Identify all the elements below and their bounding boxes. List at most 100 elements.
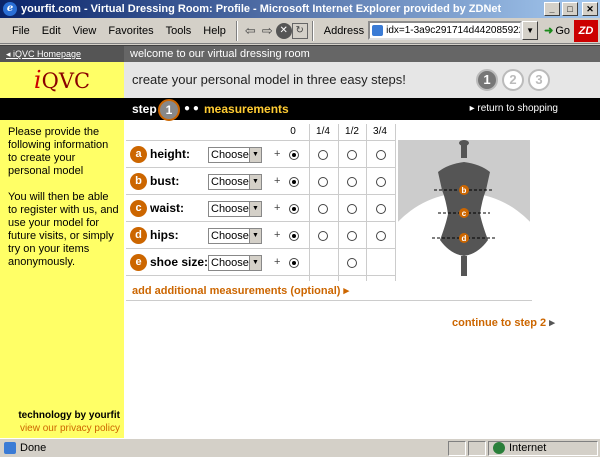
maximize-button[interactable]: □ bbox=[562, 2, 578, 16]
step-indicator: 1 2 3 bbox=[476, 69, 550, 91]
select-value: Choose bbox=[211, 257, 249, 269]
menu-edit[interactable]: Edit bbox=[36, 25, 67, 37]
logo-text: QVC bbox=[41, 69, 91, 93]
continue-to-step-2-link[interactable]: continue to step 2 ▸ bbox=[452, 316, 555, 329]
bust-radio-three-quarter[interactable] bbox=[376, 177, 386, 187]
address-dropdown-button[interactable]: ▼ bbox=[522, 21, 539, 40]
row-label: waist: bbox=[150, 201, 185, 215]
iqvc-homepage-link[interactable]: ◂ iQVC Homepage bbox=[0, 46, 124, 62]
waist-radio-0[interactable] bbox=[289, 204, 299, 214]
step-circle-2: 2 bbox=[502, 69, 524, 91]
measurement-row-hips: d hips: Choose ▼ + bbox=[126, 222, 396, 249]
page-header: create your personal model in three easy… bbox=[124, 62, 600, 98]
bust-radio-quarter[interactable] bbox=[318, 177, 328, 187]
hips-radio-0[interactable] bbox=[289, 231, 299, 241]
ie-icon: e bbox=[3, 2, 17, 16]
waist-radio-three-quarter[interactable] bbox=[376, 204, 386, 214]
menu-toolbar: File Edit View Favorites Tools Help ⇦ ⇨ … bbox=[0, 18, 600, 44]
step-dots: ● ● bbox=[184, 103, 199, 114]
address-label: Address bbox=[323, 24, 365, 37]
select-value: Choose bbox=[211, 203, 249, 215]
privacy-policy-link[interactable]: view our privacy policy bbox=[0, 423, 120, 434]
sidebar-divider bbox=[0, 98, 124, 120]
step-circle-3: 3 bbox=[528, 69, 550, 91]
bust-radio-half[interactable] bbox=[347, 177, 357, 187]
menu-tools[interactable]: Tools bbox=[160, 25, 198, 37]
select-value: Choose bbox=[211, 230, 249, 242]
row-label: hips: bbox=[150, 228, 179, 242]
menu-file[interactable]: File bbox=[6, 25, 36, 37]
hips-radio-three-quarter[interactable] bbox=[376, 231, 386, 241]
measurement-row-bust: b bust: Choose ▼ + bbox=[126, 168, 396, 195]
waist-select[interactable]: Choose ▼ bbox=[208, 201, 262, 217]
waist-radio-half[interactable] bbox=[347, 204, 357, 214]
row-letter: c bbox=[130, 200, 147, 217]
step-label: step bbox=[132, 102, 157, 116]
return-to-shopping-link[interactable]: ▸ return to shopping bbox=[470, 98, 558, 120]
dropdown-arrow-icon: ▼ bbox=[249, 148, 261, 162]
col-header-half: 1/2 bbox=[345, 126, 359, 137]
go-label: Go bbox=[555, 24, 570, 37]
dropdown-arrow-icon: ▼ bbox=[249, 202, 261, 216]
select-value: Choose bbox=[211, 149, 249, 161]
address-input[interactable]: idx=1-3a9c291714d44208592289 bbox=[368, 21, 523, 40]
dropdown-arrow-icon: ▼ bbox=[249, 256, 261, 270]
menu-items: File Edit View Favorites Tools Help bbox=[0, 25, 232, 37]
mannequin-icon: b c d bbox=[368, 140, 560, 403]
stop-button[interactable]: ✕ bbox=[275, 22, 292, 39]
hips-select[interactable]: Choose ▼ bbox=[208, 228, 262, 244]
measurement-row-shoe-size: e shoe size: Choose ▼ + bbox=[126, 249, 396, 276]
go-button[interactable]: ➜ Go bbox=[544, 24, 570, 38]
bust-radio-0[interactable] bbox=[289, 177, 299, 187]
window-title: yourfit.com - Virtual Dressing Room: Pro… bbox=[21, 3, 502, 15]
back-button[interactable]: ⇦ bbox=[242, 23, 259, 39]
forward-button[interactable]: ⇨ bbox=[259, 23, 276, 39]
shoe-radio-0[interactable] bbox=[289, 258, 299, 268]
stop-icon: ✕ bbox=[279, 25, 288, 36]
instructions-paragraph-2: You will then be able to register with u… bbox=[8, 191, 119, 268]
height-select[interactable]: Choose ▼ bbox=[208, 147, 262, 163]
bust-select[interactable]: Choose ▼ bbox=[208, 174, 262, 190]
forward-arrow-icon: ⇨ bbox=[261, 22, 273, 38]
mannequin-illustration: b c d bbox=[368, 140, 560, 403]
internet-zone-icon bbox=[493, 442, 505, 454]
menu-view[interactable]: View bbox=[67, 25, 103, 37]
status-text-area: Done bbox=[0, 442, 448, 454]
refresh-button[interactable]: ↻ bbox=[291, 22, 308, 39]
minimize-button[interactable]: _ bbox=[544, 2, 560, 16]
waist-radio-quarter[interactable] bbox=[318, 204, 328, 214]
page-icon bbox=[4, 442, 16, 454]
iqvc-logo[interactable]: iQVC bbox=[0, 62, 124, 98]
row-letter: d bbox=[130, 227, 147, 244]
home-link-text: iQVC Homepage bbox=[13, 49, 82, 59]
sidebar: iQVC Please provide the following inform… bbox=[0, 62, 124, 439]
col-header-0: 0 bbox=[290, 126, 296, 137]
additional-measurements-link[interactable]: add additional measurements (optional) ▸ bbox=[132, 284, 349, 297]
height-radio-0[interactable] bbox=[289, 150, 299, 160]
instructions-paragraph-1: Please provide the following information… bbox=[8, 126, 109, 177]
additional-link-text: add additional measurements (optional) bbox=[132, 285, 341, 297]
back-arrow-icon: ⇦ bbox=[244, 22, 256, 38]
mannequin-marker-c: c bbox=[462, 209, 467, 218]
shoe-size-select[interactable]: Choose ▼ bbox=[208, 255, 262, 271]
continue-link-text: continue to step 2 bbox=[452, 317, 547, 329]
mannequin-marker-d: d bbox=[462, 234, 467, 243]
menu-favorites[interactable]: Favorites bbox=[102, 25, 159, 37]
height-radio-half[interactable] bbox=[347, 150, 357, 160]
height-radio-three-quarter[interactable] bbox=[376, 150, 386, 160]
measurement-row-height: a height: Choose ▼ + bbox=[126, 141, 396, 168]
mannequin-marker-b: b bbox=[462, 186, 467, 195]
sidebar-instructions: Please provide the following information… bbox=[8, 126, 120, 269]
zdnet-logo: ZD bbox=[574, 20, 598, 42]
menu-help[interactable]: Help bbox=[197, 25, 232, 37]
hips-radio-quarter[interactable] bbox=[318, 231, 328, 241]
step-name: measurements bbox=[204, 102, 289, 116]
row-letter: b bbox=[130, 173, 147, 190]
status-bar: Done Internet bbox=[0, 438, 600, 457]
close-button[interactable]: ✕ bbox=[582, 2, 598, 16]
shoe-radio-half[interactable] bbox=[347, 258, 357, 268]
go-arrow-icon: ➜ bbox=[544, 25, 554, 37]
measurement-row-waist: c waist: Choose ▼ + bbox=[126, 195, 396, 222]
hips-radio-half[interactable] bbox=[347, 231, 357, 241]
height-radio-quarter[interactable] bbox=[318, 150, 328, 160]
